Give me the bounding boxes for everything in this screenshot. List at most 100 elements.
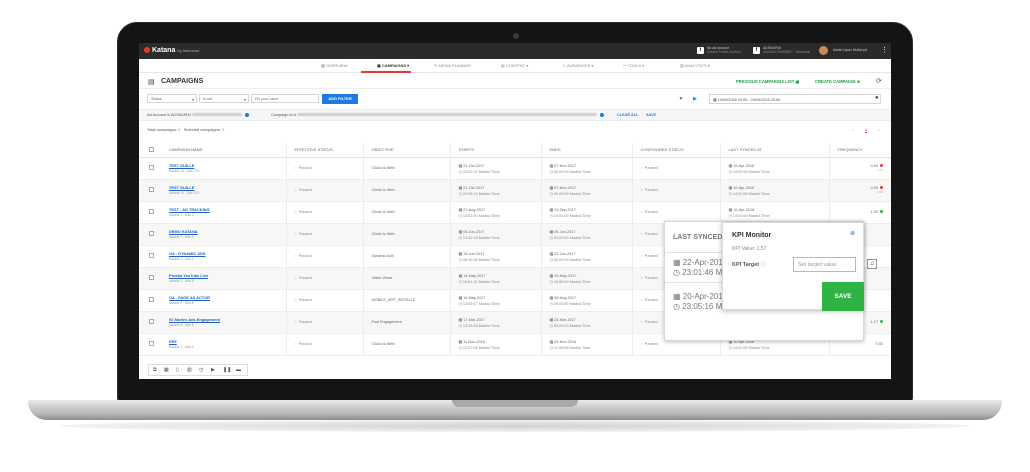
bulk-actions-toolbar: ⧉ ▦ ▯ ▥ ◷ ▶ ❚❚ ▬ <box>148 364 248 376</box>
filter-operator-select[interactable]: Is not ▾ <box>199 94 249 103</box>
campaign-name-link[interactable]: DEMO KATANA <box>169 229 286 234</box>
remove-filter-icon[interactable] <box>600 113 605 117</box>
filter-icon[interactable]: ▼ <box>676 94 686 104</box>
campaign-name-link[interactable]: TEST - AD TRACKING <box>169 207 286 212</box>
row-checkbox[interactable] <box>149 187 154 192</box>
row-checkbox[interactable] <box>149 297 154 302</box>
campaign-adsets: Adsets 2 - Ads 8 <box>169 301 194 305</box>
objective: Clicks to Web <box>362 201 450 224</box>
pager-next[interactable]: › <box>878 127 879 132</box>
nav-audiences[interactable]: ☺ AUDIENCES ▾ <box>562 63 593 68</box>
nav-tools[interactable]: ✂ TOOLS ▾ <box>623 63 644 68</box>
select-all-checkbox[interactable] <box>149 146 154 152</box>
last-synced-header: LAST SYNCED A <box>673 234 730 241</box>
start-date: ▦ 27-Aug-2017 <box>458 207 486 212</box>
close-icon[interactable]: ⊗ <box>850 230 855 237</box>
nav-campaigns[interactable]: ▣ CAMPAIGNS ▾ <box>377 63 409 68</box>
date-range-picker[interactable]: ▦ 10/04/2018 00:00 - 24/04/2018 23:59 <box>709 94 881 104</box>
filter-value-input[interactable] <box>251 94 319 103</box>
row-checkbox[interactable] <box>149 275 154 280</box>
col-last-synced[interactable]: LAST SYNCED AT <box>719 143 829 158</box>
filter-field-select[interactable]: Status ▾ <box>147 94 197 103</box>
kpi-target-input[interactable] <box>793 257 856 272</box>
filter-tag-account[interactable]: Ad Account is ADSMURAI <box>147 113 249 117</box>
play-icon[interactable]: ▶ <box>211 367 215 373</box>
nav-content[interactable]: ▤ CONTENT ▾ <box>501 63 528 68</box>
effective-status: Paused <box>295 254 312 258</box>
bars-icon[interactable]: ▥ <box>187 367 192 373</box>
user-name[interactable]: Marta López Muñanyà <box>833 48 867 52</box>
col-configured-status[interactable]: CONFIGURED STATUS <box>631 143 720 158</box>
col-frequency[interactable]: FREQUENCY <box>828 143 891 158</box>
document-icon[interactable]: ▯ <box>176 367 179 373</box>
table-row[interactable]: TEST GUILLEAdsets 14 - Ads 270 Paused Clic… <box>139 179 891 202</box>
more-menu-icon[interactable]: ⋮ <box>881 46 888 54</box>
frequency-value: 1.02 <box>870 210 878 214</box>
columns-icon[interactable]: ▶ <box>690 94 700 104</box>
table-row[interactable]: TEST - AD TRACKINGAdsets 1 - Ads 2 Paused… <box>139 201 891 224</box>
clear-all-link[interactable]: CLEAR ALL <box>617 113 638 117</box>
row-checkbox[interactable] <box>149 209 154 214</box>
col-starts[interactable]: STARTS <box>449 143 541 158</box>
kpi-value: KPI Value: 1.57 <box>732 246 767 252</box>
end-date: ▦ 11-Sep-2017 <box>549 207 576 212</box>
start-date: ▦ 19-Jun-2017 <box>458 251 485 256</box>
campaign-name-link[interactable]: EEE <box>169 339 286 344</box>
row-checkbox[interactable] <box>149 341 154 346</box>
twitter-account[interactable]: No ad account Default Twitter Ad Acct <box>707 46 741 54</box>
campaign-name-link[interactable]: OA - DYNAMIC ADS <box>169 251 286 256</box>
kpi-alert-icon[interactable]: ♫ <box>867 259 877 269</box>
save-button[interactable]: SAVE <box>822 282 864 311</box>
col-effective-status[interactable]: EFFECTIVE STATUS <box>285 143 363 158</box>
create-campaign-button[interactable]: CREATE CAMPAIGN ⊕ <box>815 79 860 84</box>
campaign-name-link[interactable]: IG Stories Ads Engagement <box>169 317 286 322</box>
copy-icon[interactable]: ⧉ <box>153 367 157 373</box>
options-icon[interactable]: ● <box>875 95 879 101</box>
filter-tag-campaign[interactable]: Campaign id is <box>271 113 605 117</box>
col-objective[interactable]: OBJECTIVE <box>362 143 450 158</box>
row-checkbox[interactable] <box>149 165 154 170</box>
start-date: ▦ 11-Nov-2016 <box>458 339 485 344</box>
previous-campaigns-link[interactable]: PREVIOUS CAMPAIGNS LIST ▣ <box>736 79 799 84</box>
synced-date: ▦ 10-Apr-2018 <box>728 163 755 168</box>
campaign-name-link[interactable]: TEST GUILLE <box>169 185 286 190</box>
laptop-shadow <box>60 420 970 432</box>
twitter-icon[interactable]: t <box>697 47 704 54</box>
facebook-account[interactable]: ADSMURAI 1164800751699897 · Adsmurai <box>763 46 810 54</box>
row-checkbox[interactable] <box>149 319 154 324</box>
save-filters-link[interactable]: SAVE <box>646 113 656 117</box>
campaign-name-link[interactable]: Prueba YouTube Live <box>169 273 286 278</box>
campaign-name-link[interactable]: OA - PAGE AS ACTOR <box>169 295 286 300</box>
pause-icon[interactable]: ❚❚ <box>223 367 231 373</box>
brand-logo[interactable]: Katana by Adsmurai <box>144 47 199 54</box>
pager-prev[interactable]: ‹ <box>852 127 853 132</box>
add-filter-button[interactable]: ADD FILTER <box>322 94 358 104</box>
clock-icon[interactable]: ◷ <box>199 367 203 373</box>
synced-date-2: ▦ 20-Apr-2018 <box>673 292 728 301</box>
effective-status: Paused <box>295 298 312 302</box>
remove-filter-icon[interactable] <box>244 113 249 117</box>
nav-overview[interactable]: ▦ OVERVIEW <box>321 63 347 68</box>
trash-icon[interactable]: ▬ <box>236 367 241 373</box>
table-row[interactable]: TEST GUILLEAdsets 14 - Ads 270 Paused Clic… <box>139 157 891 180</box>
laptop-mockup: Katana by Adsmurai t No ad account Default… <box>0 0 1030 472</box>
row-checkbox[interactable] <box>149 253 154 258</box>
end-date: ▦ 06-Aug-2017 <box>549 295 577 300</box>
nav-analytics[interactable]: ▥ ANALYTICS ▾ <box>680 63 710 68</box>
col-campaign-name[interactable]: CAMPAIGN NAME <box>169 143 286 158</box>
end-time: ◷ 00:00:00 Madrid Time <box>549 257 591 262</box>
laptop-notch <box>452 400 578 407</box>
configured-status: Paused <box>641 320 658 324</box>
row-checkbox[interactable] <box>149 231 154 236</box>
campaign-name-link[interactable]: TEST GUILLE <box>169 163 286 168</box>
refresh-icon[interactable]: ⟳ <box>876 77 882 85</box>
facebook-icon[interactable]: f <box>753 47 760 54</box>
filter-bar: Status▾ Is not▾ ADD FILTER ▼ ▶ ▦ 10/04/2… <box>139 92 891 106</box>
pager-page[interactable]: 1 <box>865 127 868 133</box>
end-time: ◷ 00:00:00 Madrid Time <box>549 323 591 328</box>
col-ends[interactable]: ENDS <box>540 143 632 158</box>
nav-media-planner[interactable]: ✎ MEDIA PLANNER <box>434 63 471 68</box>
avatar[interactable] <box>819 46 828 55</box>
configured-status: Paused <box>641 298 658 302</box>
chart-icon[interactable]: ▦ <box>164 367 169 373</box>
